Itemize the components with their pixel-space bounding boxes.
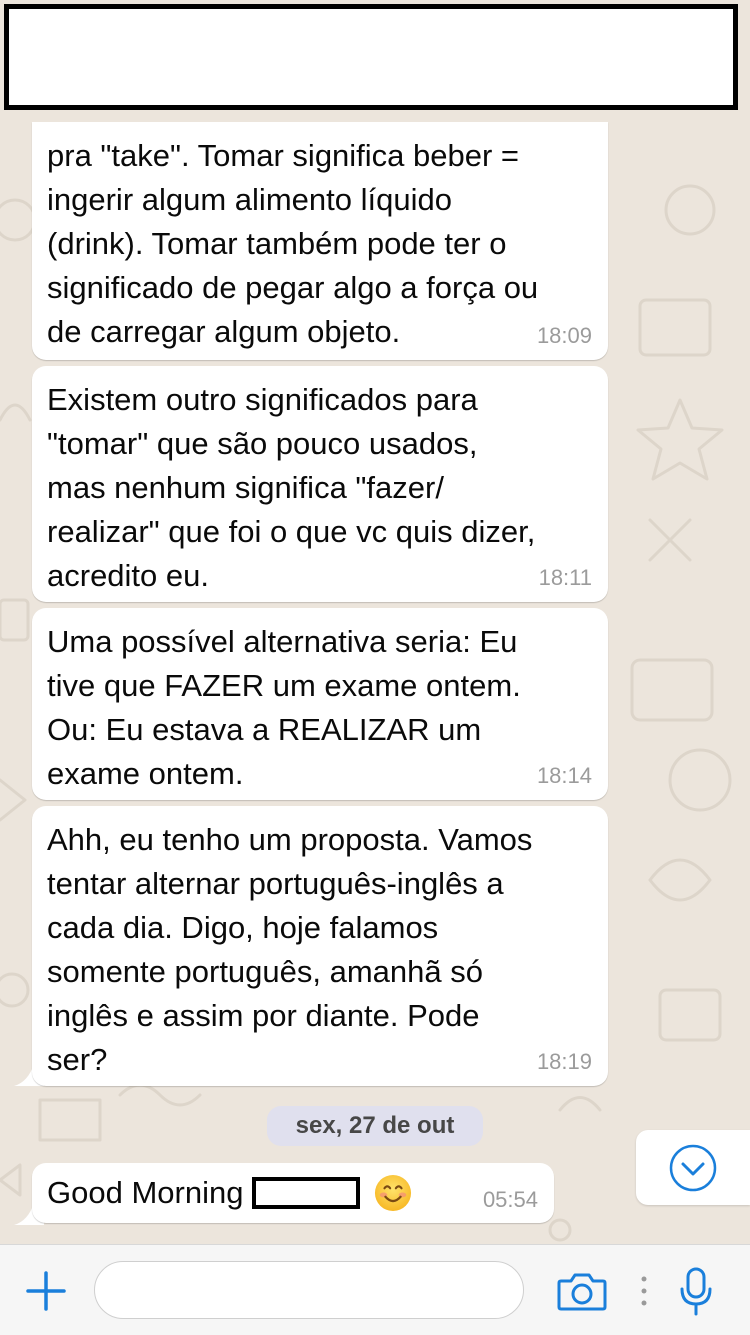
chevron-down-icon <box>669 1144 717 1191</box>
message-bubble[interactable]: pra "take". Tomar significa beber = inge… <box>32 122 608 360</box>
message-bubble[interactable]: Uma possível alternativa seria: Eu tive … <box>32 608 608 800</box>
message-timestamp: 18:11 <box>538 565 592 590</box>
scroll-to-bottom-button[interactable] <box>636 1130 750 1205</box>
message-timestamp: 05:54 <box>482 1187 538 1212</box>
message-timestamp: 18:19 <box>536 1049 592 1074</box>
more-options-icon[interactable] <box>640 1275 648 1307</box>
redacted-name <box>252 1177 361 1209</box>
message-text: Existem outro significados para "tomar" … <box>47 382 536 593</box>
message-bubble[interactable]: Ahh, eu tenho um proposta. Vamos tentar … <box>32 806 608 1086</box>
message-text: Uma possível alternativa seria: Eu tive … <box>47 624 521 791</box>
smiling-face-icon <box>375 1174 412 1212</box>
message-input[interactable] <box>94 1261 524 1319</box>
message-input-bar <box>0 1244 750 1335</box>
date-separator: sex, 27 de out <box>267 1106 483 1146</box>
message-timestamp: 18:14 <box>536 763 592 788</box>
message-bubble[interactable]: Good Morning 05:54 <box>32 1163 554 1223</box>
microphone-icon[interactable] <box>678 1267 714 1317</box>
camera-icon[interactable] <box>557 1271 607 1311</box>
message-timestamp: 18:09 <box>536 323 592 348</box>
message-text: pra "take". Tomar significa beber = inge… <box>47 138 539 349</box>
plus-icon[interactable] <box>26 1271 66 1311</box>
message-text: Good Morning <box>47 1175 244 1210</box>
message-bubble[interactable]: Existem outro significados para "tomar" … <box>32 366 608 602</box>
message-text: Ahh, eu tenho um proposta. Vamos tentar … <box>47 822 533 1077</box>
redacted-header <box>4 4 738 110</box>
message-text-row: Good Morning <box>47 1171 538 1215</box>
